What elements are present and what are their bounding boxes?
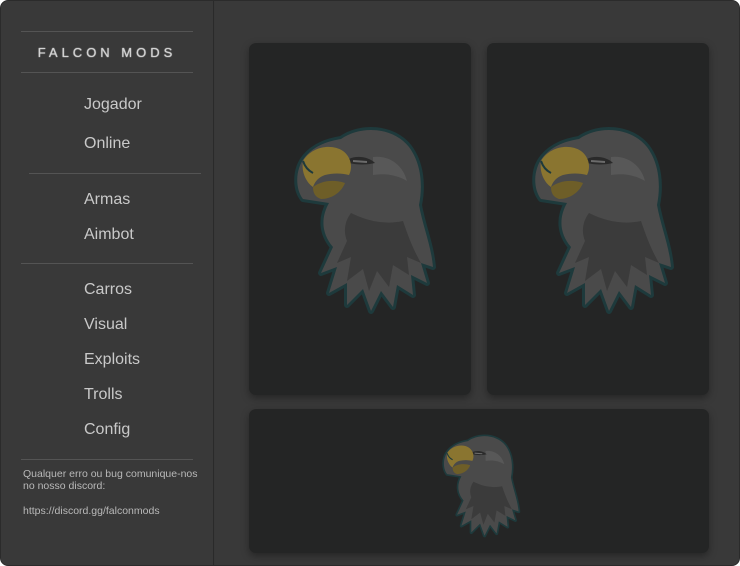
sidebar-item-config[interactable]: Config (84, 421, 130, 439)
divider (21, 459, 193, 460)
sidebar-item-armas[interactable]: Armas (84, 191, 130, 209)
card-left (249, 43, 471, 395)
sidebar-item-aimbot[interactable]: Aimbot (84, 226, 134, 244)
sidebar-item-exploits[interactable]: Exploits (84, 351, 140, 369)
sidebar-item-trolls[interactable]: Trolls (84, 386, 123, 404)
divider (21, 72, 193, 73)
discord-link[interactable]: https://discord.gg/falconmods (23, 505, 198, 517)
eagle-logo-icon (442, 434, 521, 538)
card-bottom (249, 409, 709, 553)
sidebar-item-visual[interactable]: Visual (84, 316, 127, 334)
brand-title: FALCON MODS (37, 45, 177, 60)
support-message: Qualquer erro ou bug comunique-nos no no… (23, 468, 198, 492)
eagle-logo-icon (281, 117, 441, 317)
card-right (487, 43, 709, 395)
sidebar-item-carros[interactable]: Carros (84, 281, 132, 299)
main-panel (215, 1, 739, 565)
sidebar-item-online[interactable]: Online (84, 135, 130, 153)
eagle-logo-icon (519, 117, 679, 317)
divider (21, 263, 193, 264)
divider (21, 31, 193, 32)
divider (29, 173, 201, 174)
sidebar: FALCON MODS Jogador Online Armas Aimbot … (1, 1, 214, 565)
sidebar-item-jogador[interactable]: Jogador (84, 96, 142, 114)
app-window: FALCON MODS Jogador Online Armas Aimbot … (0, 0, 740, 566)
